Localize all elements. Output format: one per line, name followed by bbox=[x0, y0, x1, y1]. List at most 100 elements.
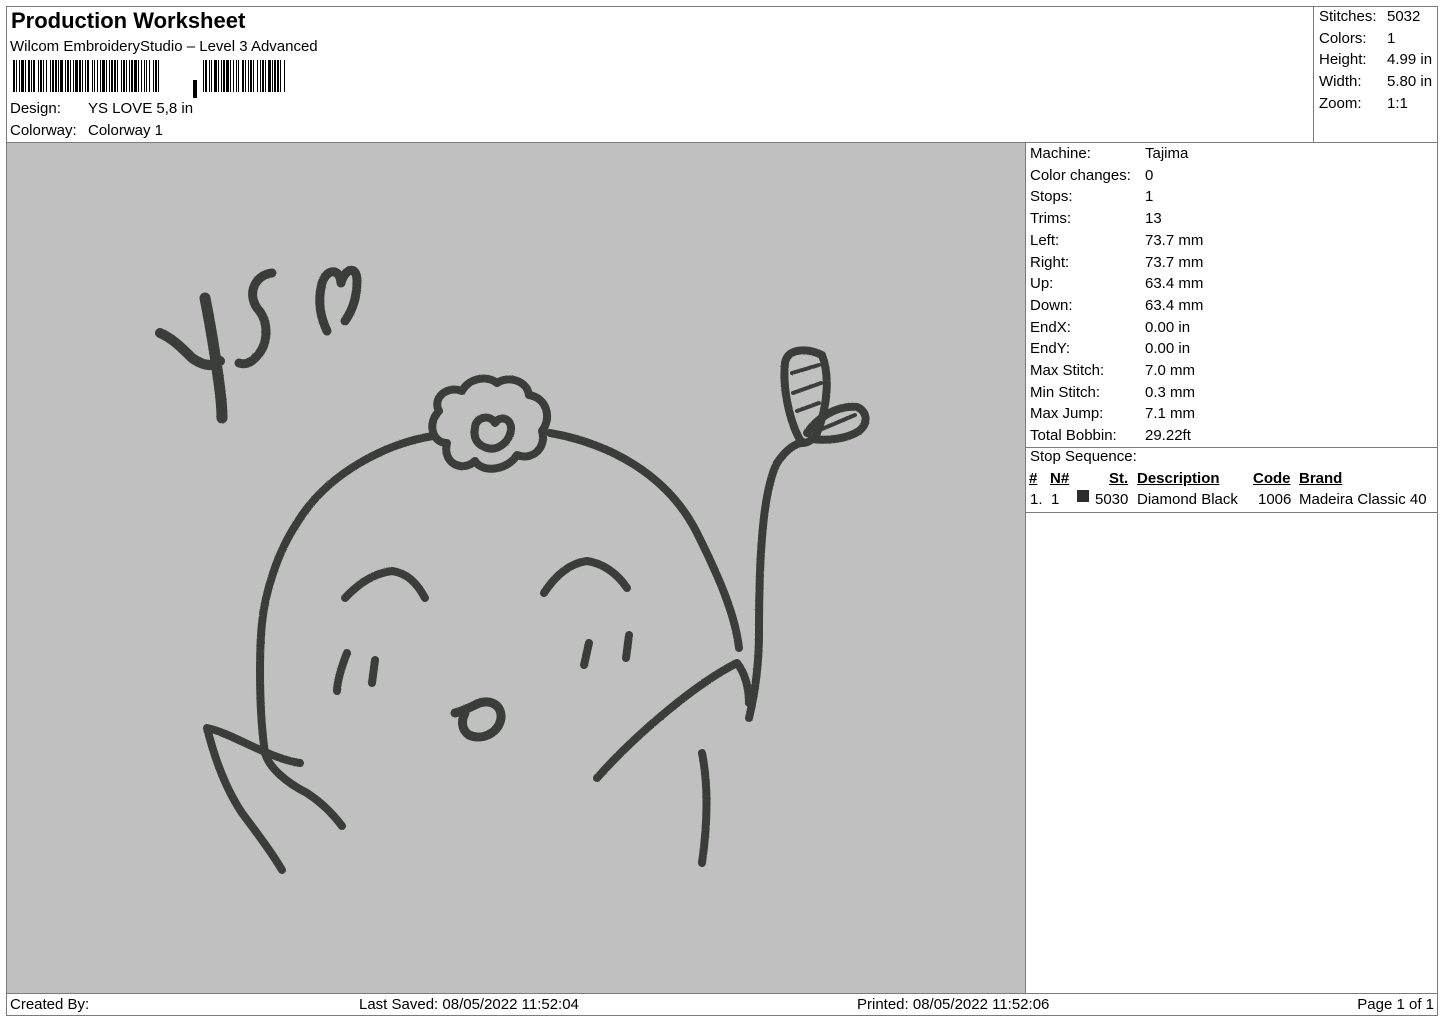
design-value: YS LOVE 5,8 in bbox=[88, 100, 194, 117]
design-label: Design: bbox=[10, 100, 61, 117]
design-row: Design: YS LOVE 5,8 in bbox=[10, 100, 193, 117]
info-label: Down: bbox=[1030, 296, 1073, 314]
stat-label: Height: bbox=[1319, 51, 1367, 68]
row-description: Diamond Black bbox=[1137, 491, 1238, 508]
info-label: Trims: bbox=[1030, 210, 1072, 228]
right-cheek-mark-1 bbox=[580, 639, 593, 669]
stat-label: Zoom: bbox=[1319, 95, 1362, 112]
leaf-upper-vein-2 bbox=[791, 381, 823, 395]
info-value: 73.7 mm bbox=[1145, 231, 1204, 249]
stat-width: Width: 5.80 in bbox=[1319, 73, 1432, 93]
stat-stitches: Stitches: 5032 bbox=[1319, 8, 1420, 28]
embroidery-design bbox=[155, 265, 870, 874]
head-outline bbox=[256, 432, 437, 830]
created-by: Created By: bbox=[10, 996, 90, 1013]
leaf-upper-vein-1 bbox=[790, 363, 821, 375]
info-label: Right: bbox=[1030, 253, 1070, 271]
mouth bbox=[450, 697, 506, 742]
row-code: 1006 bbox=[1258, 491, 1292, 508]
software-name: Wilcom EmbroideryStudio – Level 3 Advanc… bbox=[10, 38, 318, 55]
col-header-code: Code bbox=[1253, 470, 1291, 487]
info-value: 1 bbox=[1145, 188, 1154, 206]
info-label: EndX: bbox=[1030, 318, 1071, 336]
info-value: 73.7 mm bbox=[1145, 253, 1204, 271]
info-value: 63.4 mm bbox=[1145, 296, 1204, 314]
page-title: Production Worksheet bbox=[11, 8, 246, 33]
col-header-description: Description bbox=[1137, 470, 1220, 487]
table-divider bbox=[1026, 512, 1438, 513]
worksheet-header: Production Worksheet Wilcom EmbroiderySt… bbox=[6, 6, 1314, 143]
left-arm bbox=[203, 724, 304, 874]
info-value: 0.3 mm bbox=[1145, 383, 1196, 401]
info-value: 29.22ft bbox=[1145, 427, 1191, 445]
info-label: Machine: bbox=[1030, 145, 1091, 162]
info-label: EndY: bbox=[1030, 340, 1071, 358]
stat-colors: Colors: 1 bbox=[1319, 30, 1395, 50]
colorway-row: Colorway: Colorway 1 bbox=[10, 122, 163, 139]
section-divider bbox=[1026, 447, 1438, 448]
info-value: 13 bbox=[1145, 210, 1162, 228]
machine-info-row: Total Bobbin: 29.22ft bbox=[1030, 427, 1191, 447]
design-strokes bbox=[155, 265, 870, 874]
info-value: 0.00 in bbox=[1145, 318, 1191, 336]
left-eye bbox=[341, 567, 429, 602]
leaf-upper-vein-3 bbox=[795, 401, 821, 413]
design-stats: Stitches: 5032 Colors: 1 Height: 4.99 in Wi… bbox=[1314, 6, 1438, 143]
body-right bbox=[698, 749, 711, 867]
col-header-st: St. bbox=[1109, 470, 1129, 487]
info-label: Max Jump: bbox=[1030, 405, 1104, 423]
flower-inner bbox=[470, 413, 515, 453]
machine-info-row: Down: 63.4 mm bbox=[1030, 297, 1203, 317]
info-label: Left: bbox=[1030, 231, 1060, 249]
info-label: Color changes: bbox=[1030, 166, 1131, 184]
last-saved: Last Saved: 08/05/2022 11:52:04 bbox=[359, 996, 579, 1013]
thread-color-swatch bbox=[1077, 490, 1089, 502]
colorway-value: Colorway 1 bbox=[88, 122, 164, 139]
info-value: 0.00 in bbox=[1145, 340, 1191, 358]
stat-value: 1 bbox=[1387, 30, 1396, 47]
info-value: 7.0 mm bbox=[1145, 362, 1196, 379]
row-num: 1. bbox=[1030, 491, 1043, 508]
info-label: Stops: bbox=[1030, 188, 1073, 206]
row-n: 1 bbox=[1051, 491, 1060, 508]
head-outline-right bbox=[546, 429, 743, 652]
worksheet-footer: Created By: Last Saved: 08/05/2022 11:52… bbox=[6, 993, 1438, 1016]
colorway-label: Colorway: bbox=[10, 122, 77, 139]
barcode bbox=[13, 60, 285, 98]
machine-info-row: Max Stitch: 7.0 mm bbox=[1030, 362, 1195, 382]
col-header-num: # bbox=[1029, 470, 1038, 487]
flower-stem bbox=[745, 439, 806, 722]
row-st: 5030 bbox=[1095, 491, 1129, 508]
stat-value: 4.99 in bbox=[1387, 51, 1433, 68]
machine-info-row: Left: 73.7 mm bbox=[1030, 232, 1203, 252]
stat-value: 5.80 in bbox=[1387, 73, 1433, 90]
machine-info-row: Max Jump: 7.1 mm bbox=[1030, 405, 1195, 425]
stat-value: 1:1 bbox=[1387, 95, 1408, 112]
stat-label: Width: bbox=[1319, 73, 1362, 90]
machine-info-panel: Machine: Tajima Color changes: 0 Stops: 1 Trim… bbox=[1026, 143, 1438, 993]
info-label: Total Bobbin: bbox=[1030, 427, 1117, 445]
left-cheek-mark-2 bbox=[368, 656, 379, 687]
machine-info-row: Right: 73.7 mm bbox=[1030, 254, 1203, 274]
right-eye bbox=[540, 557, 631, 597]
stat-height: Height: 4.99 in bbox=[1319, 51, 1432, 71]
printed-date: Printed: 08/05/2022 11:52:06 bbox=[857, 996, 1050, 1013]
stat-value: 5032 bbox=[1387, 8, 1421, 25]
machine-info-row: Trims: 13 bbox=[1030, 210, 1162, 230]
right-cheek-mark-2 bbox=[622, 631, 633, 662]
info-value: 63.4 mm bbox=[1145, 275, 1204, 293]
info-value: 0 bbox=[1145, 166, 1154, 184]
heart-shape bbox=[315, 265, 362, 336]
info-label: Max Stitch: bbox=[1030, 362, 1105, 379]
machine-info-row: Machine: Tajima bbox=[1030, 145, 1188, 165]
col-header-brand: Brand bbox=[1299, 470, 1343, 487]
info-label: Min Stitch: bbox=[1030, 383, 1101, 401]
stat-label: Colors: bbox=[1319, 30, 1367, 47]
machine-info-row: EndY: 0.00 in bbox=[1030, 340, 1190, 360]
info-label: Up: bbox=[1030, 275, 1054, 293]
machine-info-row: Min Stitch: 0.3 mm bbox=[1030, 384, 1195, 404]
row-brand: Madeira Classic 40 bbox=[1299, 491, 1427, 508]
letter-y-stem bbox=[199, 292, 228, 424]
info-value: Tajima bbox=[1145, 145, 1189, 162]
stat-zoom: Zoom: 1:1 bbox=[1319, 95, 1408, 115]
